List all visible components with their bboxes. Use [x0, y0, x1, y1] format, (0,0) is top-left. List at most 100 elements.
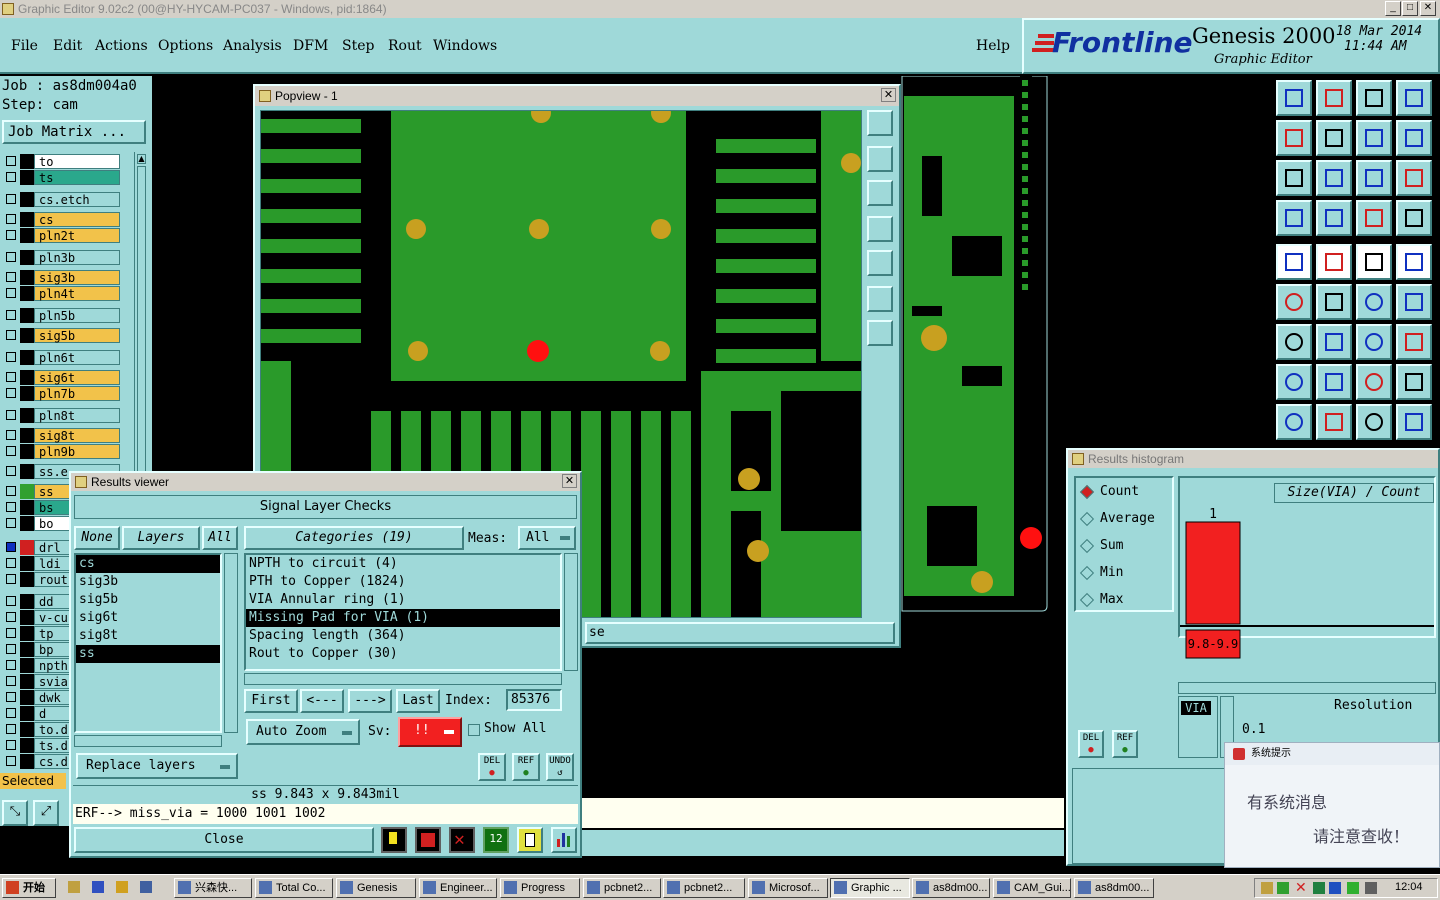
layer-color-swatch[interactable] — [20, 674, 34, 689]
layer-color-swatch[interactable] — [20, 706, 34, 721]
layer-color-swatch[interactable] — [20, 626, 34, 641]
tray-icon[interactable] — [1313, 882, 1325, 894]
layer-color-swatch[interactable] — [20, 572, 34, 587]
grid-icon[interactable] — [1316, 200, 1352, 236]
job-matrix-button[interactable]: Job Matrix ... — [2, 120, 146, 144]
measure-icon[interactable] — [1276, 200, 1312, 236]
layer-color-swatch[interactable] — [20, 516, 34, 531]
layer-checkbox[interactable] — [6, 740, 16, 750]
histogram-mode-sum[interactable]: Sum — [1079, 538, 1170, 558]
layer-name[interactable]: pln4t — [34, 286, 120, 301]
layer-row-cs[interactable]: cs — [4, 212, 120, 227]
categories-button[interactable]: Categories (19) — [244, 526, 464, 550]
import-icon[interactable] — [1276, 80, 1312, 116]
maximize-button[interactable]: □ — [1402, 1, 1418, 16]
layer-color-swatch[interactable] — [20, 500, 34, 515]
center-icon[interactable] — [1316, 160, 1352, 196]
layer-checkbox[interactable] — [6, 430, 16, 440]
letter-a-icon[interactable] — [1356, 404, 1392, 440]
layer-color-swatch[interactable] — [20, 642, 34, 657]
rect-select-icon[interactable] — [1276, 364, 1312, 400]
ruler-icon[interactable] — [1356, 244, 1392, 280]
zoom-left-icon[interactable] — [867, 216, 893, 242]
histogram-del-button[interactable]: DEL ● — [1078, 730, 1104, 758]
layer-checkbox[interactable] — [6, 676, 16, 686]
layer-checkbox[interactable] — [6, 486, 16, 496]
layer-checkbox[interactable] — [6, 230, 16, 240]
layer-checkbox[interactable] — [6, 518, 16, 528]
layer-name[interactable]: pln8t — [34, 408, 120, 423]
taskbar-item[interactable]: Genesis — [336, 878, 416, 898]
reference-result-button[interactable]: REF ● — [512, 753, 540, 781]
export-icon[interactable] — [1316, 80, 1352, 116]
layer-row-pln9b[interactable]: pln9b — [4, 444, 120, 459]
first-button[interactable]: First — [244, 689, 298, 713]
category-item[interactable]: PTH to Copper (1824) — [246, 573, 560, 591]
results-layer-item[interactable]: sig3b — [76, 573, 220, 591]
layer-row-sig5b[interactable]: sig5b — [4, 328, 120, 343]
layer-checkbox[interactable] — [6, 660, 16, 670]
layer-checkbox[interactable] — [6, 644, 16, 654]
zoom-right-icon[interactable] — [867, 250, 893, 276]
histogram-icon[interactable] — [551, 827, 577, 853]
categories-hscroll[interactable] — [244, 673, 562, 685]
line-blue-icon[interactable] — [1316, 324, 1352, 360]
scale-icon[interactable] — [1356, 160, 1392, 196]
quick-launch-icons[interactable] — [66, 881, 166, 895]
report-icon[interactable] — [517, 827, 543, 853]
select-area-icon[interactable] — [1316, 244, 1352, 280]
undo-button[interactable]: UNDO ↺ — [546, 753, 574, 781]
layer-row-pln4t[interactable]: pln4t — [4, 286, 120, 301]
layer-name[interactable]: ts — [34, 170, 120, 185]
snap-red-icon[interactable] — [1396, 284, 1432, 320]
panel-icon[interactable] — [1396, 80, 1432, 116]
layer-row-sig3b[interactable]: sig3b — [4, 270, 120, 285]
auto-zoom-dropdown[interactable]: Auto Zoom — [246, 719, 360, 745]
taskbar-item[interactable]: pcbnet2... — [663, 878, 745, 898]
pointer-tool-icon[interactable]: ⤡ — [2, 800, 28, 826]
layer-color-swatch[interactable] — [20, 690, 34, 705]
menu-step[interactable]: Step — [342, 38, 374, 54]
layer-color-swatch[interactable] — [20, 444, 34, 459]
quicklaunch-icon[interactable] — [92, 881, 104, 893]
category-item[interactable]: Missing Pad for VIA (1) — [246, 609, 560, 627]
highlight-icon[interactable] — [415, 827, 441, 853]
histogram-mode-average[interactable]: Average — [1079, 511, 1170, 531]
meas-dropdown[interactable]: All — [518, 526, 576, 550]
histogram-bar[interactable] — [1185, 521, 1241, 625]
menu-options[interactable]: Options — [158, 38, 213, 54]
layer-name[interactable]: pln3b — [34, 250, 120, 265]
layer-checkbox[interactable] — [6, 156, 16, 166]
clock[interactable]: 12:04 — [1395, 881, 1423, 893]
layer-color-swatch[interactable] — [20, 738, 34, 753]
layer-row-pln2t[interactable]: pln2t — [4, 228, 120, 243]
results-layer-list[interactable]: cs sig3b sig5b sig6t sig8t ss — [74, 553, 222, 733]
results-layer-scrollbar[interactable] — [224, 553, 238, 733]
severity-dropdown[interactable]: !! — [398, 717, 462, 747]
all-layers-button[interactable]: All — [202, 526, 238, 550]
taskbar-item[interactable]: CAM_Gui... — [993, 878, 1071, 898]
tray-icon[interactable] — [1329, 882, 1341, 894]
next-button[interactable]: ---> — [348, 689, 392, 713]
layer-row-pln3b[interactable]: pln3b — [4, 250, 120, 265]
taskbar-item[interactable]: Engineer... — [419, 878, 497, 898]
system-notification[interactable]: 系统提示 有系统消息 请注意查收！ — [1224, 742, 1440, 868]
histogram-mode-max[interactable]: Max — [1079, 592, 1170, 612]
node-icon[interactable] — [1276, 284, 1312, 320]
layer-color-swatch[interactable] — [20, 154, 34, 169]
layer-checkbox[interactable] — [6, 310, 16, 320]
close-window-button[interactable]: ✕ — [1420, 1, 1436, 16]
line-icon[interactable] — [1276, 324, 1312, 360]
quicklaunch-icon[interactable] — [68, 881, 80, 893]
layer-checkbox[interactable] — [6, 252, 16, 262]
minimize-button[interactable]: _ — [1385, 1, 1401, 16]
layer-row-to[interactable]: to — [4, 154, 120, 169]
tray-icon[interactable] — [1347, 882, 1359, 894]
category-item[interactable]: NPTH to circuit (4) — [246, 555, 560, 573]
taskbar-item[interactable]: Graphic ... — [830, 878, 910, 898]
replace-layers-dropdown[interactable]: Replace layers — [76, 753, 238, 779]
last-button[interactable]: Last — [396, 689, 440, 713]
fit-icon[interactable] — [1276, 160, 1312, 196]
popview-close-bottom-button[interactable]: se — [585, 622, 895, 644]
taskbar-item[interactable]: Microsof... — [748, 878, 828, 898]
